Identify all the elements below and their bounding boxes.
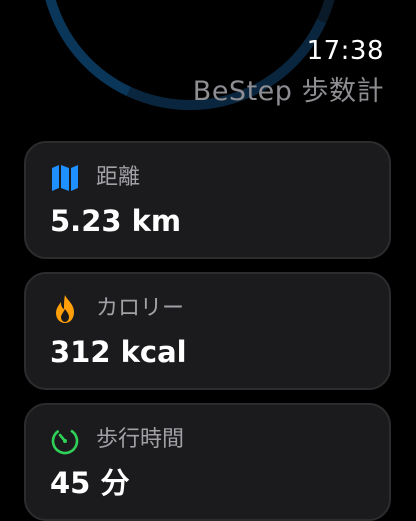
calories-card-header: カロリー [50,294,184,324]
walking-time-card-header: 歩行時間 [50,425,184,455]
calories-card[interactable]: カロリー 312 kcal [24,272,391,390]
walking-time-card[interactable]: 歩行時間 45 分 [24,403,391,521]
distance-card-header: 距離 [50,163,140,193]
calories-label: カロリー [96,296,185,321]
distance-card[interactable]: 距離 5.23 km [24,141,391,259]
app-title: BeStep 歩数計 [192,76,384,107]
calories-value: 312 kcal [50,335,187,369]
walking-time-label: 歩行時間 [96,427,185,452]
flame-icon [50,294,80,324]
status-header: 17:38 BeStep 歩数計 [193,36,384,108]
map-icon [50,163,80,193]
distance-value: 5.23 km [50,204,182,238]
distance-label: 距離 [96,165,141,190]
timer-icon [50,425,80,455]
clock-time: 17:38 [306,36,384,66]
